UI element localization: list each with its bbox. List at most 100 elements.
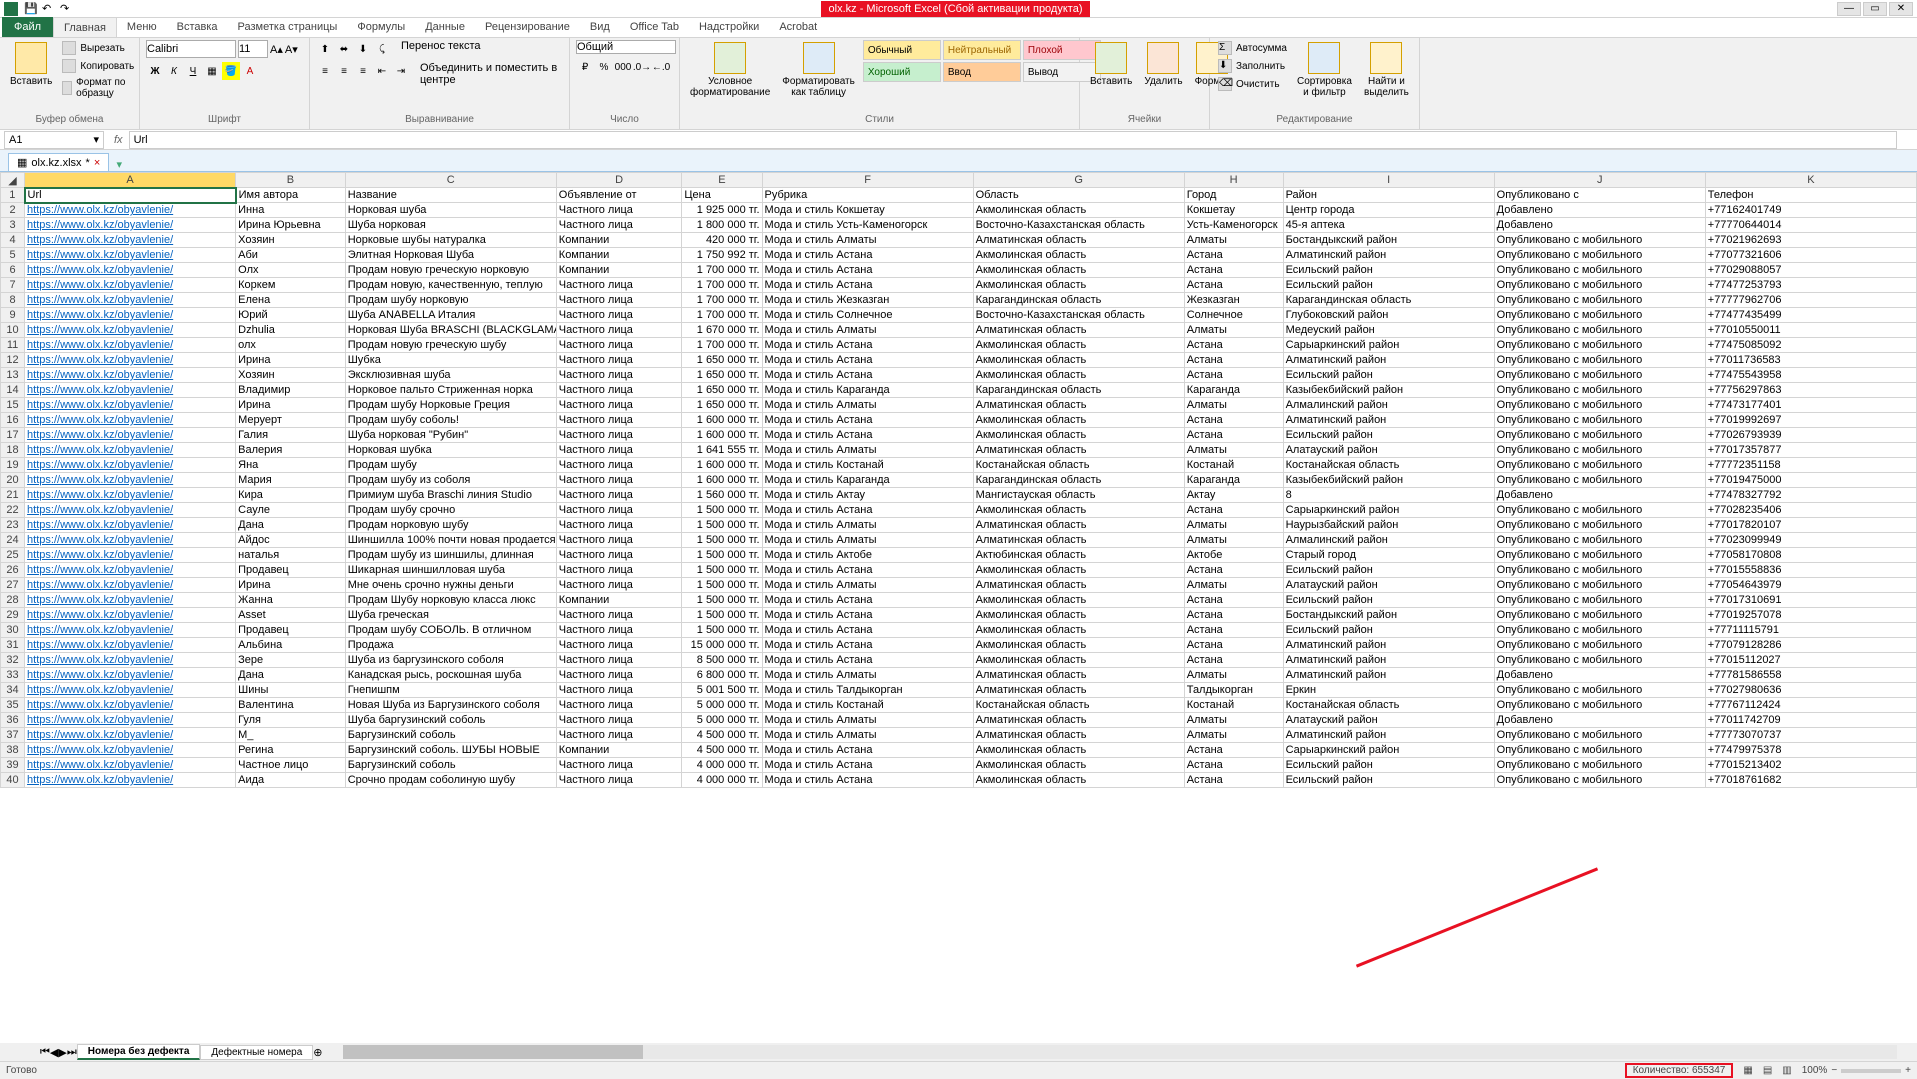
cell[interactable]: 1 700 000 тг.: [682, 308, 762, 323]
cell[interactable]: Частного лица: [556, 518, 682, 533]
ribbon-tab-1[interactable]: Меню: [117, 17, 167, 37]
cell[interactable]: Продам новую, качественную, теплую: [345, 278, 556, 293]
cell[interactable]: Алмалинский район: [1283, 398, 1494, 413]
cell[interactable]: https://www.olx.kz/obyavlenie/: [25, 443, 236, 458]
cell[interactable]: Шины: [236, 683, 346, 698]
cell[interactable]: Валерия: [236, 443, 346, 458]
cell[interactable]: Акмолинская область: [973, 638, 1184, 653]
currency-button[interactable]: ₽: [576, 58, 594, 76]
cell[interactable]: Опубликовано с мобильного: [1494, 383, 1705, 398]
header-cell[interactable]: Город: [1184, 188, 1283, 203]
cell[interactable]: +77772351158: [1705, 458, 1916, 473]
cell[interactable]: Dzhulia: [236, 323, 346, 338]
row-header[interactable]: 26: [1, 563, 25, 578]
cell[interactable]: +77011742709: [1705, 713, 1916, 728]
cell[interactable]: Яна: [236, 458, 346, 473]
header-cell[interactable]: Телефон: [1705, 188, 1916, 203]
cell[interactable]: https://www.olx.kz/obyavlenie/: [25, 518, 236, 533]
cell[interactable]: Алматинская область: [973, 683, 1184, 698]
cell[interactable]: Частного лица: [556, 473, 682, 488]
cell[interactable]: Астана: [1184, 653, 1283, 668]
cell[interactable]: +77477435499: [1705, 308, 1916, 323]
cell[interactable]: Алматы: [1184, 728, 1283, 743]
cell[interactable]: 1 500 000 тг.: [682, 533, 762, 548]
cell[interactable]: Астана: [1184, 368, 1283, 383]
cell[interactable]: https://www.olx.kz/obyavlenie/: [25, 308, 236, 323]
cell[interactable]: Мода и стиль Астана: [762, 338, 973, 353]
file-tab[interactable]: Файл: [2, 17, 53, 37]
cell[interactable]: Акмолинская область: [973, 758, 1184, 773]
row-header[interactable]: 6: [1, 263, 25, 278]
col-header-K[interactable]: K: [1705, 173, 1916, 188]
cell[interactable]: 1 700 000 тг.: [682, 263, 762, 278]
cell[interactable]: Частного лица: [556, 383, 682, 398]
row-header[interactable]: 35: [1, 698, 25, 713]
minimize-button[interactable]: —: [1837, 2, 1861, 16]
close-button[interactable]: ✕: [1889, 2, 1913, 16]
zoom-slider[interactable]: [1841, 1069, 1901, 1073]
row-header[interactable]: 19: [1, 458, 25, 473]
cell[interactable]: Есильский район: [1283, 758, 1494, 773]
cell[interactable]: Астана: [1184, 503, 1283, 518]
cell[interactable]: Продавец: [236, 563, 346, 578]
header-cell[interactable]: Район: [1283, 188, 1494, 203]
cell[interactable]: Алматинская область: [973, 518, 1184, 533]
cell[interactable]: Частного лица: [556, 428, 682, 443]
cell[interactable]: +77027980636: [1705, 683, 1916, 698]
format-as-table-button[interactable]: Форматировать как таблицу: [778, 40, 859, 100]
cell[interactable]: Опубликовано с мобильного: [1494, 743, 1705, 758]
autosum-button[interactable]: ΣАвтосумма: [1216, 40, 1289, 56]
cell[interactable]: Частного лица: [556, 503, 682, 518]
row-header[interactable]: 17: [1, 428, 25, 443]
cell[interactable]: +77477253793: [1705, 278, 1916, 293]
formula-bar[interactable]: [129, 131, 1897, 149]
cell[interactable]: Опубликовано с мобильного: [1494, 728, 1705, 743]
cell[interactable]: Частного лица: [556, 458, 682, 473]
cell[interactable]: Алматинская область: [973, 233, 1184, 248]
cell[interactable]: Астана: [1184, 743, 1283, 758]
col-header-D[interactable]: D: [556, 173, 682, 188]
cell[interactable]: 1 670 000 тг.: [682, 323, 762, 338]
cell[interactable]: Астана: [1184, 608, 1283, 623]
qa-redo-icon[interactable]: ↷: [60, 2, 74, 16]
cell[interactable]: Частного лица: [556, 758, 682, 773]
cell[interactable]: Продажа: [345, 638, 556, 653]
name-box[interactable]: A1▾: [4, 131, 104, 149]
cell[interactable]: https://www.olx.kz/obyavlenie/: [25, 758, 236, 773]
decimal-dec-button[interactable]: ←.0: [652, 58, 670, 76]
cell[interactable]: Акмолинская область: [973, 773, 1184, 788]
row-header[interactable]: 13: [1, 368, 25, 383]
cell[interactable]: Частного лица: [556, 278, 682, 293]
cell[interactable]: Мода и стиль Астана: [762, 278, 973, 293]
cell[interactable]: Частного лица: [556, 293, 682, 308]
header-cell[interactable]: Имя автора: [236, 188, 346, 203]
ribbon-tab-5[interactable]: Данные: [415, 17, 475, 37]
cell[interactable]: 45-я аптека: [1283, 218, 1494, 233]
cell[interactable]: https://www.olx.kz/obyavlenie/: [25, 413, 236, 428]
header-cell[interactable]: Рубрика: [762, 188, 973, 203]
cell[interactable]: +77010550011: [1705, 323, 1916, 338]
cell[interactable]: Опубликовано с мобильного: [1494, 278, 1705, 293]
cell[interactable]: Астана: [1184, 338, 1283, 353]
cell[interactable]: 1 600 000 тг.: [682, 458, 762, 473]
cell[interactable]: Продам новую греческую норковую: [345, 263, 556, 278]
cell[interactable]: Сарыаркинский район: [1283, 338, 1494, 353]
cell[interactable]: https://www.olx.kz/obyavlenie/: [25, 293, 236, 308]
cell[interactable]: Мода и стиль Астана: [762, 638, 973, 653]
cell[interactable]: Мода и стиль Астана: [762, 413, 973, 428]
fill-button[interactable]: ⬇Заполнить: [1216, 58, 1289, 74]
workbook-tab[interactable]: ▦ olx.kz.xlsx* ×: [8, 153, 109, 171]
cell[interactable]: Алматинский район: [1283, 248, 1494, 263]
cell[interactable]: Усть-Каменогорск: [1184, 218, 1283, 233]
cell[interactable]: Талдыкорган: [1184, 683, 1283, 698]
cell[interactable]: Частного лица: [556, 728, 682, 743]
cell[interactable]: 1 500 000 тг.: [682, 518, 762, 533]
cell[interactable]: Компании: [556, 263, 682, 278]
cell[interactable]: Дана: [236, 518, 346, 533]
cell[interactable]: Алматинская область: [973, 578, 1184, 593]
row-header[interactable]: 1: [1, 188, 25, 203]
row-header[interactable]: 18: [1, 443, 25, 458]
cell[interactable]: Норковая шуба: [345, 203, 556, 218]
cell[interactable]: Аби: [236, 248, 346, 263]
insert-cells-button[interactable]: Вставить: [1086, 40, 1136, 89]
